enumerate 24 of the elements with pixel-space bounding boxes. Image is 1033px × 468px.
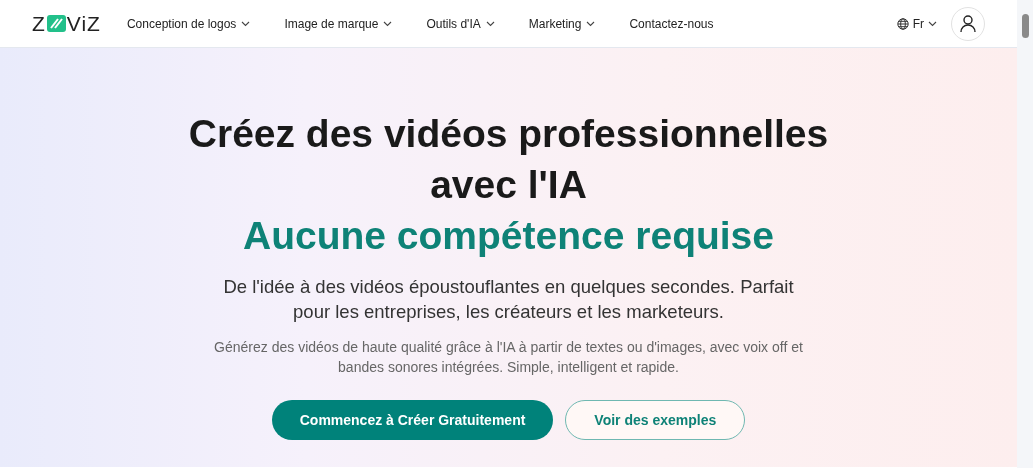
logo-text: ViZ bbox=[66, 13, 101, 34]
logo-icon bbox=[46, 15, 66, 32]
hero-subtitle: De l'idée à des vidéos époustouflantes en quelques secondes. Parfait pour les entreprises, les créateurs et les marketeurs. bbox=[222, 275, 795, 324]
hero-title: Créez des vidéos professionnelles bbox=[188, 111, 829, 157]
nav-item[interactable]: Conception de logos bbox=[126, 16, 269, 31]
hero-title: avec l'IA bbox=[429, 162, 588, 208]
chevron-down-icon bbox=[586, 20, 596, 27]
language-selector[interactable]: Fr bbox=[896, 16, 937, 31]
nav-item[interactable]: Contactez-nous bbox=[613, 16, 732, 31]
nav-item[interactable]: Outils d'IA bbox=[410, 16, 513, 31]
chevron-down-icon bbox=[383, 20, 393, 27]
examples-button[interactable]: Voir des exemples bbox=[565, 400, 746, 440]
scrollbar[interactable] bbox=[1017, 0, 1033, 468]
nav-item[interactable]: Marketing bbox=[512, 16, 614, 31]
start-free-button[interactable]: Commencez à Créer Gratuitement bbox=[271, 400, 554, 440]
logo-text: Z bbox=[32, 13, 46, 34]
chevron-down-icon bbox=[928, 20, 937, 27]
chevron-down-icon bbox=[485, 20, 495, 27]
chevron-down-icon bbox=[241, 20, 251, 27]
hero-highlight: Aucune compétence requise bbox=[243, 213, 774, 259]
globe-icon bbox=[896, 17, 909, 30]
nav-item[interactable]: Image de marque bbox=[268, 16, 411, 31]
user-icon bbox=[960, 15, 976, 32]
hero-description: Générez des vidéos de haute qualité grâce à l'IA à partir de textes ou d'images, avec voix off et bandes sonores intégrées. Simple, intelligent et rapide. bbox=[213, 338, 804, 377]
